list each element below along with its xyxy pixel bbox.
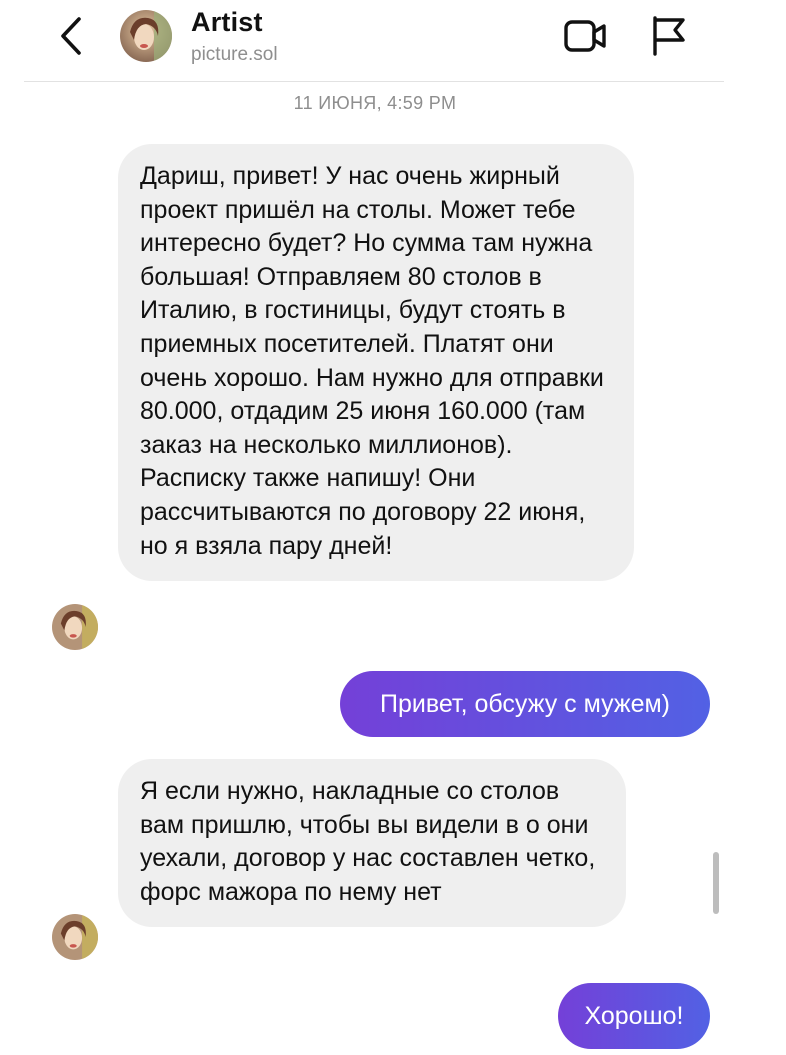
video-call-button[interactable]	[561, 14, 611, 58]
video-call-icon	[564, 20, 606, 52]
flag-icon	[653, 16, 685, 56]
report-button[interactable]	[647, 12, 689, 58]
contact-avatar-small[interactable]	[52, 914, 98, 960]
contact-username: picture.sol	[191, 44, 278, 65]
outgoing-message-bubble[interactable]: Хорошо!	[558, 983, 710, 1049]
chat-header: Artist picture.sol	[0, 0, 786, 82]
contact-avatar-small[interactable]	[52, 604, 98, 650]
thread-timestamp: 11 ИЮНЯ, 4:59 PM	[293, 93, 457, 113]
avatar-image	[52, 914, 98, 960]
back-button[interactable]	[52, 14, 92, 58]
incoming-message-bubble[interactable]: Дариш, привет! У нас очень жирный проект…	[118, 144, 634, 582]
header-divider	[24, 81, 724, 82]
avatar-image	[52, 604, 98, 650]
avatar-image	[120, 10, 172, 62]
scrollbar-thumb[interactable]	[713, 852, 719, 914]
chevron-left-icon	[61, 17, 81, 55]
outgoing-message-bubble[interactable]: Привет, обсужу с мужем)	[340, 671, 710, 737]
contact-name[interactable]: Artist	[191, 7, 263, 38]
incoming-message-bubble[interactable]: Я если нужно, накладные со столов вам пр…	[118, 759, 626, 928]
contact-avatar[interactable]	[120, 10, 172, 62]
